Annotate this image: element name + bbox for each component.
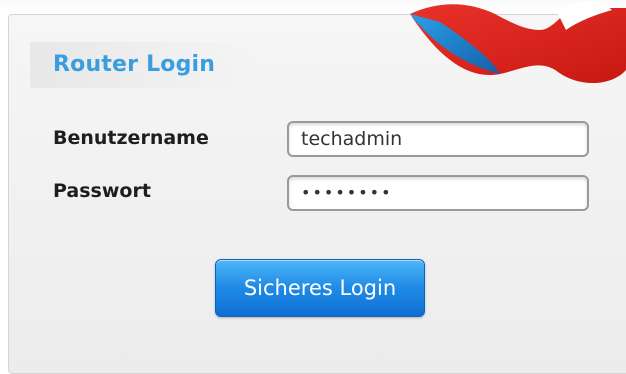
username-label: Benutzername <box>53 127 209 149</box>
brand-logo <box>410 1 626 84</box>
page-title: Router Login <box>53 52 216 77</box>
password-label: Passwort <box>53 180 151 202</box>
password-field[interactable]: •••••••• <box>287 175 589 211</box>
login-button[interactable]: Sicheres Login <box>215 259 425 317</box>
username-field[interactable]: techadmin <box>287 121 589 157</box>
